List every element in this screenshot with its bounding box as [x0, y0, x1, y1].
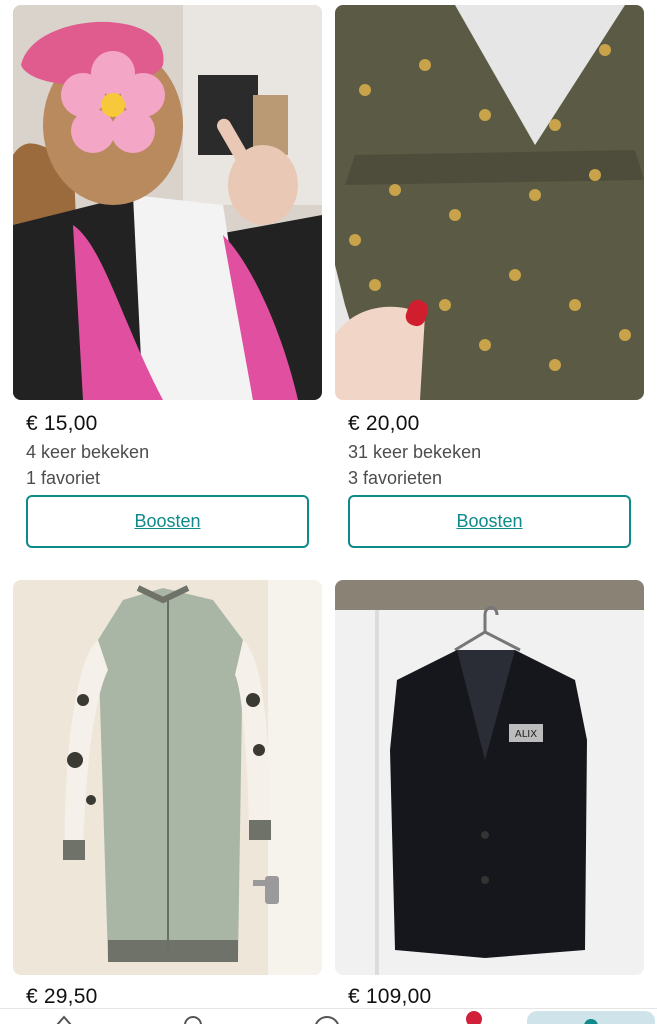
- item-card[interactable]: € 20,00 31 keer bekeken 3 favorieten Boo…: [335, 5, 644, 548]
- search-icon[interactable]: [183, 1015, 203, 1024]
- profile-icon[interactable]: [582, 1017, 600, 1024]
- item-views: 4 keer bekeken: [26, 442, 150, 462]
- item-card[interactable]: € 15,00 4 keer bekeken 1 favoriet Booste…: [13, 5, 322, 548]
- item-photo[interactable]: ALIX: [335, 580, 644, 975]
- boost-button[interactable]: Boosten: [348, 495, 631, 548]
- item-photo[interactable]: [13, 5, 322, 400]
- brand-label: ALIX: [515, 729, 537, 740]
- home-icon[interactable]: [55, 1015, 73, 1024]
- item-photo[interactable]: [335, 5, 644, 400]
- item-photo[interactable]: [13, 580, 322, 975]
- inbox-icon[interactable]: [464, 1011, 484, 1024]
- add-icon[interactable]: [313, 1015, 341, 1024]
- item-favorites: 1 favoriet: [26, 468, 101, 488]
- boost-button[interactable]: Boosten: [26, 495, 309, 548]
- item-card[interactable]: € 29,50: [13, 580, 322, 1009]
- item-card[interactable]: ALIX € 109,00: [335, 580, 644, 1009]
- bottom-navigation: [0, 1008, 657, 1024]
- item-price: € 109,00: [348, 985, 432, 1008]
- item-views: 31 keer bekeken: [348, 442, 482, 462]
- item-price: € 20,00: [348, 412, 420, 435]
- item-price: € 29,50: [26, 985, 98, 1008]
- item-favorites: 3 favorieten: [348, 468, 443, 488]
- item-price: € 15,00: [26, 412, 98, 435]
